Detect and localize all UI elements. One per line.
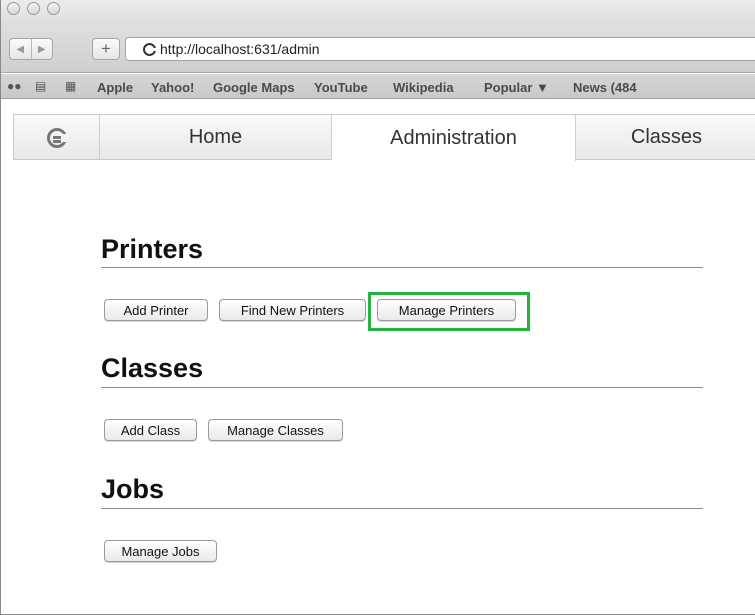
bookmark-yahoo[interactable]: Yahoo! [151,80,194,95]
find-new-printers-button[interactable]: Find New Printers [219,299,366,321]
back-button[interactable]: ◀ [10,39,31,59]
zoom-window-button[interactable] [47,2,60,15]
browser-window: ◀ ▶ + http://localhost:631/admin ●● ▤ ▦ … [0,0,755,615]
address-bar[interactable]: http://localhost:631/admin [125,37,755,61]
add-printer-button[interactable]: Add Printer [104,299,208,321]
site-favicon-icon [143,42,156,56]
add-class-button[interactable]: Add Class [104,419,197,441]
manage-jobs-button[interactable]: Manage Jobs [104,540,217,562]
cups-logo-tab[interactable] [14,115,100,160]
bookmark-apple[interactable]: Apple [97,80,133,95]
tab-classes[interactable]: Classes [576,115,755,160]
cups-logo-icon [46,127,68,148]
classes-divider [101,387,703,388]
tab-administration[interactable]: Administration [332,115,576,161]
tab-home[interactable]: Home [100,115,332,160]
classes-heading: Classes [101,353,204,383]
forward-button[interactable]: ▶ [30,39,53,59]
jobs-heading: Jobs [101,474,165,504]
close-window-button[interactable] [7,2,20,15]
url-text: http://localhost:631/admin [160,41,320,57]
bookmark-news[interactable]: News (484 [573,80,637,95]
manage-classes-button[interactable]: Manage Classes [208,419,343,441]
title-bar [1,0,755,27]
bookmarks-bar: ●● ▤ ▦ Apple Yahoo! Google Maps YouTube … [1,74,755,99]
bookmark-youtube[interactable]: YouTube [314,80,368,95]
jobs-divider [101,508,703,509]
reading-list-icon[interactable]: ●● [7,79,22,93]
manage-printers-highlight [368,292,530,331]
bookmark-google-maps[interactable]: Google Maps [213,80,295,95]
browser-toolbar: ◀ ▶ + http://localhost:631/admin [1,27,755,73]
bookmark-wikipedia[interactable]: Wikipedia [393,80,454,95]
printers-heading: Printers [101,234,204,264]
back-forward-group: ◀ ▶ [9,38,53,60]
minimize-window-button[interactable] [27,2,40,15]
add-bookmark-button[interactable]: + [92,38,120,60]
cups-navigation: Home Administration Classes [13,114,755,161]
bookmarks-book-icon[interactable]: ▤ [35,79,46,93]
bookmark-popular-menu[interactable]: Popular ▼ [484,80,549,95]
top-sites-grid-icon[interactable]: ▦ [65,79,76,93]
printers-divider [101,267,703,268]
